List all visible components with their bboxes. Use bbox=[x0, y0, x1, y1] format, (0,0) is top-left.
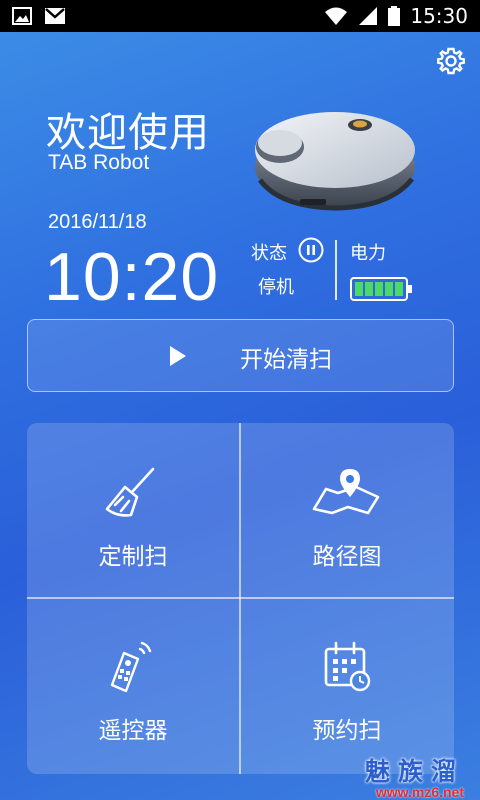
watermark-title: 魅族溜 bbox=[364, 757, 464, 786]
gmail-icon bbox=[45, 8, 65, 24]
battery-level-icon bbox=[350, 277, 412, 301]
tile-route-map-label: 路径图 bbox=[312, 544, 382, 570]
robot-vacuum-image bbox=[255, 112, 415, 211]
state-value: 停机 bbox=[258, 277, 294, 298]
pause-icon[interactable] bbox=[298, 237, 324, 263]
remote-control-icon bbox=[110, 641, 152, 693]
tile-remote-control[interactable]: 遥控器 bbox=[27, 599, 239, 773]
signal-icon bbox=[359, 7, 378, 25]
date-label: 2016/11/18 bbox=[48, 211, 147, 233]
wifi-icon bbox=[325, 7, 348, 25]
power-label: 电力 bbox=[350, 243, 386, 264]
map-pin-icon bbox=[312, 469, 380, 515]
start-cleaning-label: 开始清扫 bbox=[240, 347, 332, 373]
watermark: 魅族溜 www.mz6.net bbox=[365, 752, 464, 800]
robot-name: TAB Robot bbox=[48, 151, 150, 174]
tile-custom-clean-label: 定制扫 bbox=[98, 544, 168, 570]
calendar-clock-icon bbox=[324, 641, 371, 692]
tile-scheduled-clean[interactable]: 预约扫 bbox=[241, 599, 453, 773]
tile-scheduled-clean-label: 预约扫 bbox=[312, 718, 382, 744]
page-title: 欢迎使用 bbox=[46, 110, 210, 156]
tile-custom-clean[interactable]: 定制扫 bbox=[27, 423, 239, 597]
state-label: 状态 bbox=[251, 243, 287, 264]
status-bar: 15:30 bbox=[0, 0, 480, 32]
function-grid: 定制扫 路径图 遥控器 预约扫 bbox=[27, 423, 454, 774]
battery-icon bbox=[388, 6, 401, 26]
gear-icon[interactable] bbox=[436, 46, 466, 76]
info-divider bbox=[335, 240, 337, 300]
broom-icon bbox=[105, 467, 155, 517]
time-label: 10:20 bbox=[44, 239, 220, 315]
image-icon bbox=[12, 7, 32, 25]
watermark-url: www.mz6.net bbox=[375, 784, 464, 800]
tile-route-map[interactable]: 路径图 bbox=[241, 423, 453, 597]
play-icon bbox=[170, 346, 186, 366]
tile-remote-control-label: 遥控器 bbox=[98, 718, 168, 744]
start-cleaning-button[interactable]: 开始清扫 bbox=[27, 319, 454, 392]
status-time: 15:30 bbox=[410, 4, 468, 28]
